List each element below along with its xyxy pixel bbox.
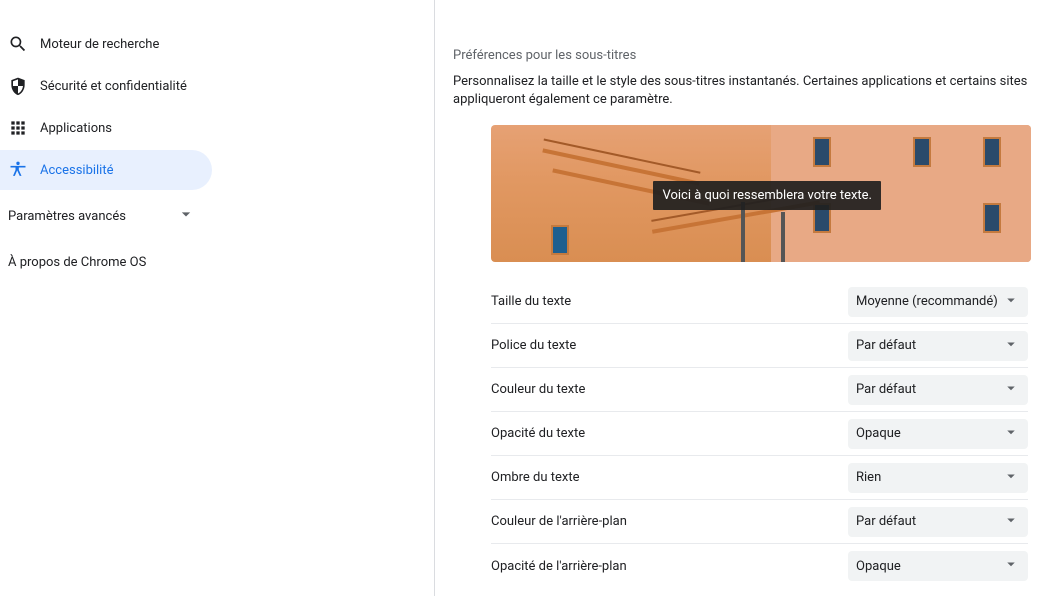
select-value: Par défaut (856, 338, 916, 353)
pref-label: Taille du texte (491, 294, 571, 309)
caption-sample-text: Voici à quoi ressemblera votre texte. (653, 181, 881, 210)
select-value: Par défaut (856, 382, 916, 397)
pref-label: Opacité de l'arrière-plan (491, 559, 627, 574)
select-value: Opaque (856, 426, 901, 441)
pref-label: Police du texte (491, 338, 576, 353)
pref-row-background-color: Couleur de l'arrière-plan Par défaut (491, 500, 1028, 544)
select-background-color[interactable]: Par défaut (848, 507, 1028, 537)
about-label: À propos de Chrome OS (8, 255, 146, 270)
pref-row-background-opacity: Opacité de l'arrière-plan Opaque (491, 544, 1028, 588)
sidebar-about[interactable]: À propos de Chrome OS (0, 242, 212, 282)
select-text-color[interactable]: Par défaut (848, 375, 1028, 405)
pref-label: Opacité du texte (491, 426, 585, 441)
pref-label: Couleur de l'arrière-plan (491, 514, 627, 529)
chevron-down-icon (1002, 511, 1020, 533)
sidebar-item-applications[interactable]: Applications (0, 108, 212, 148)
advanced-label: Paramètres avancés (8, 209, 126, 224)
chevron-down-icon (1002, 379, 1020, 401)
pref-row-text-shadow: Ombre du texte Rien (491, 456, 1028, 500)
shield-icon (8, 76, 28, 96)
chevron-down-icon (1002, 291, 1020, 313)
sidebar-divider (212, 0, 435, 596)
preferences-list: Taille du texte Moyenne (recommandé) Pol… (453, 280, 1028, 588)
select-text-font[interactable]: Par défaut (848, 331, 1028, 361)
sidebar: Personnalisation Moteur de recherche Séc… (0, 0, 212, 596)
sidebar-item-label: Applications (40, 121, 112, 136)
preview-container: Voici à quoi ressemblera votre texte. (453, 125, 1028, 262)
main-content: Préférences pour les sous-titres Personn… (435, 0, 1052, 596)
pref-row-text-font: Police du texte Par défaut (491, 324, 1028, 368)
chevron-down-icon (1002, 423, 1020, 445)
sidebar-item-accessibility[interactable]: Accessibilité (0, 150, 212, 190)
chevron-down-icon (176, 204, 196, 228)
chevron-down-icon (1002, 467, 1020, 489)
chevron-down-icon (1002, 335, 1020, 357)
select-value: Par défaut (856, 514, 916, 529)
search-icon (8, 34, 28, 54)
chevron-down-icon (1002, 555, 1020, 577)
caption-preview: Voici à quoi ressemblera votre texte. (491, 125, 1031, 262)
sidebar-item-search-engine[interactable]: Moteur de recherche (0, 24, 212, 64)
select-value: Moyenne (recommandé) (856, 294, 998, 309)
select-value: Opaque (856, 559, 901, 574)
select-text-size[interactable]: Moyenne (recommandé) (848, 287, 1028, 317)
select-text-shadow[interactable]: Rien (848, 463, 1028, 493)
sidebar-item-label: Accessibilité (40, 163, 114, 178)
section-title: Préférences pour les sous-titres (453, 48, 1028, 63)
sidebar-item-label: Moteur de recherche (40, 37, 159, 52)
section-description: Personnalisez la taille et le style des … (453, 73, 1028, 109)
pref-label: Couleur du texte (491, 382, 585, 397)
select-background-opacity[interactable]: Opaque (848, 551, 1028, 581)
sidebar-item-label: Sécurité et confidentialité (40, 79, 187, 94)
pref-row-text-color: Couleur du texte Par défaut (491, 368, 1028, 412)
accessibility-icon (8, 160, 28, 180)
select-value: Rien (856, 470, 881, 485)
pref-row-text-size: Taille du texte Moyenne (recommandé) (491, 280, 1028, 324)
sidebar-advanced-toggle[interactable]: Paramètres avancés (0, 196, 212, 236)
apps-icon (8, 118, 28, 138)
pref-row-text-opacity: Opacité du texte Opaque (491, 412, 1028, 456)
select-text-opacity[interactable]: Opaque (848, 419, 1028, 449)
pref-label: Ombre du texte (491, 470, 580, 485)
sidebar-item-security[interactable]: Sécurité et confidentialité (0, 66, 212, 106)
